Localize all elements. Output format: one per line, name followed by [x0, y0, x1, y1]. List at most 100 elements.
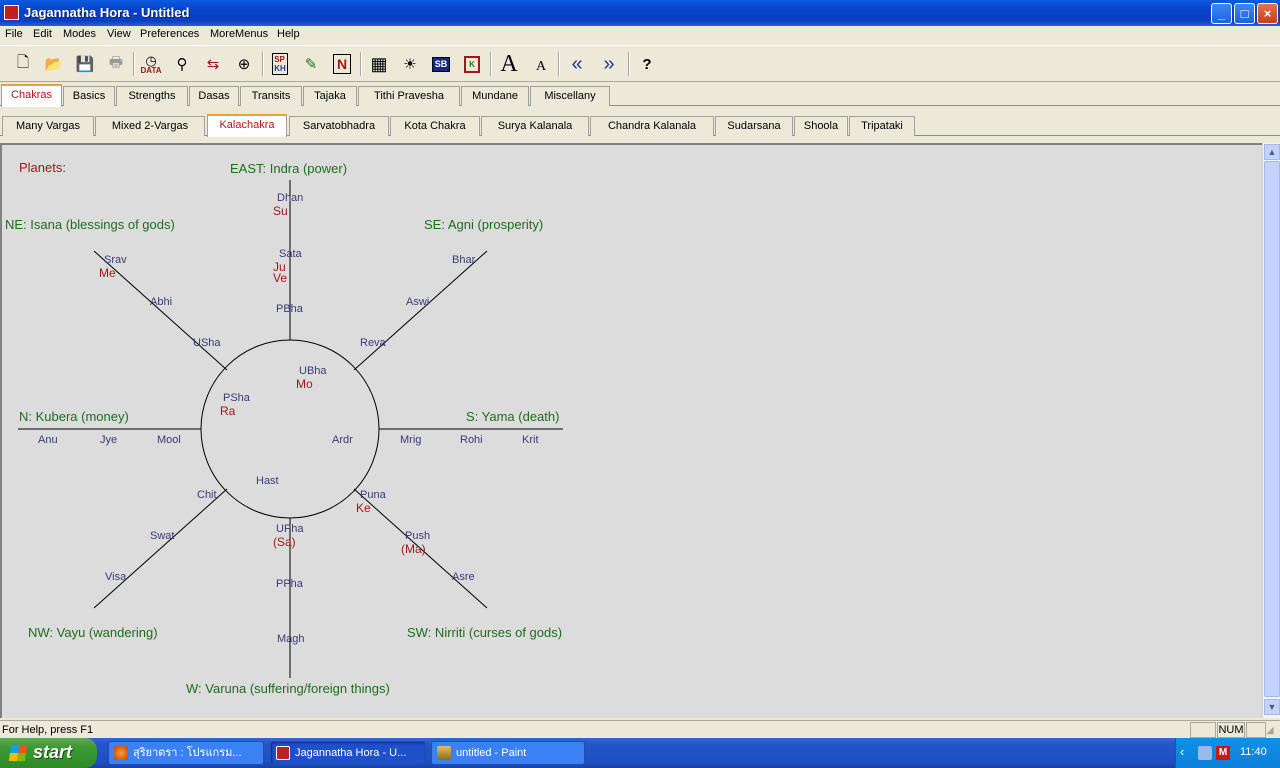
nakshatra-hast: Hast [256, 475, 279, 487]
status-pane-blank [1246, 722, 1266, 738]
tray-expand-icon[interactable]: ‹ [1180, 744, 1184, 759]
network-icon[interactable] [1198, 746, 1212, 760]
font-small-label: A [535, 59, 547, 74]
tab-sarvatobhadra[interactable]: Sarvatobhadra [289, 116, 389, 136]
open-folder-icon[interactable]: 📂 [41, 51, 67, 77]
start-button[interactable]: start [0, 738, 97, 768]
start-label: start [33, 742, 73, 762]
sp-kh-icon[interactable]: SP KH [267, 51, 293, 77]
resize-grip-icon[interactable]: ◢ [1266, 725, 1274, 736]
nakshatra-mrig: Mrig [400, 434, 421, 446]
tab-chakras[interactable]: Chakras [1, 84, 62, 107]
tab-sudarsana[interactable]: Sudarsana [715, 116, 793, 136]
menu-preferences[interactable]: Preferences [140, 28, 199, 40]
help-pointer-icon[interactable]: ? [634, 51, 660, 77]
menu-file[interactable]: File [5, 28, 23, 40]
tab-dasas[interactable]: Dasas [189, 86, 239, 106]
k-label: K [464, 55, 480, 73]
tab-tithi-pravesha[interactable]: Tithi Pravesha [358, 86, 460, 106]
direction-nw: NW: Vayu (wandering) [28, 625, 158, 640]
n-icon[interactable]: N [329, 51, 355, 77]
scroll-up-icon[interactable]: ▲ [1264, 144, 1280, 160]
tab-mundane[interactable]: Mundane [461, 86, 529, 106]
se-spoke [353, 250, 488, 371]
sun-icon[interactable]: ☀ [397, 51, 423, 77]
close-button[interactable]: × [1257, 3, 1278, 24]
back-double-chevron-icon[interactable]: « [564, 51, 590, 77]
toolbar-separator [628, 52, 630, 76]
antivirus-icon[interactable]: M [1216, 746, 1230, 760]
nakshatra-ubha: UBha [299, 365, 327, 377]
tab-kalachakra[interactable]: Kalachakra [207, 114, 287, 137]
wheel-icon[interactable]: ⊕ [231, 51, 257, 77]
font-smaller-icon[interactable]: A [528, 51, 554, 77]
nakshatra-dhan: Dhan [277, 192, 303, 204]
data-clock-icon[interactable]: ◷ DATA [138, 51, 164, 77]
nakshatra-swat: Swat [150, 530, 174, 542]
nakshatra-push: Push [405, 530, 430, 542]
nakshatra-ppha: PPha [276, 578, 304, 590]
k-square-icon[interactable]: K [459, 51, 485, 77]
nakshatra-srav: Srav [104, 254, 127, 266]
scroll-thumb[interactable] [1264, 161, 1280, 697]
planet-su: Su [273, 204, 288, 218]
hand-pointer-icon[interactable]: ✎ [298, 51, 324, 77]
nw-spoke [93, 488, 228, 609]
window-title: Jagannatha Hora - Untitled [24, 5, 190, 20]
tab-transits[interactable]: Transits [240, 86, 302, 106]
taskbar-item-paint[interactable]: untitled - Paint [431, 741, 585, 765]
menu-view[interactable]: View [107, 28, 131, 40]
new-file-icon[interactable]: 🗋 [10, 51, 36, 77]
sp-label: SP [274, 55, 285, 64]
tab-shoola[interactable]: Shoola [794, 116, 848, 136]
tab-mixed-2-vargas[interactable]: Mixed 2-Vargas [95, 116, 205, 136]
nakshatra-visa: Visa [105, 571, 127, 583]
tab-surya-kalanala[interactable]: Surya Kalanala [481, 116, 589, 136]
tab-chandra-kalanala[interactable]: Chandra Kalanala [590, 116, 714, 136]
help-label: ? [642, 55, 652, 73]
toolbar-separator [360, 52, 362, 76]
font-larger-icon[interactable]: A [496, 51, 522, 77]
tab-strengths[interactable]: Strengths [116, 86, 188, 106]
paint-icon [437, 746, 451, 760]
print-icon[interactable]: 🖶 [103, 51, 129, 77]
direction-sw: SW: Nirriti (curses of gods) [407, 625, 562, 640]
nakshatra-chit: Chit [197, 489, 217, 501]
tab-kota-chakra[interactable]: Kota Chakra [390, 116, 480, 136]
tab-basics[interactable]: Basics [63, 86, 115, 106]
nakshatra-pbha: PBha [276, 303, 304, 315]
menu-edit[interactable]: Edit [33, 28, 52, 40]
maximize-button[interactable]: □ [1234, 3, 1255, 24]
vertical-scrollbar[interactable]: ▲ ▼ [1262, 143, 1280, 718]
nakshatra-upha: UPha [276, 523, 304, 535]
menu-modes[interactable]: Modes [63, 28, 96, 40]
menu-moremenus[interactable]: MoreMenus [210, 28, 268, 40]
transfer-arrows-icon[interactable]: ⇆ [200, 51, 226, 77]
sb-label: SB [431, 56, 451, 72]
nakshatra-mool: Mool [157, 434, 181, 446]
scroll-down-icon[interactable]: ▼ [1264, 699, 1280, 715]
save-icon[interactable]: 💾 [72, 51, 98, 77]
minimize-button[interactable]: _ [1211, 3, 1232, 24]
toolbar-separator [490, 52, 492, 76]
forward-double-chevron-icon[interactable]: » [596, 51, 622, 77]
person-search-icon[interactable]: ⚲ [169, 51, 195, 77]
menu-help[interactable]: Help [277, 28, 300, 40]
taskbar-item-jagannatha-hora[interactable]: Jagannatha Hora - U... [270, 741, 426, 765]
nakshatra-usha: USha [193, 337, 221, 349]
tab-many-vargas[interactable]: Many Vargas [2, 116, 94, 136]
app-icon[interactable] [4, 5, 19, 20]
windows-flag-icon [8, 745, 28, 761]
jagannatha-hora-icon [276, 746, 290, 760]
tab-tajaka[interactable]: Tajaka [303, 86, 357, 106]
toolbar-separator [558, 52, 560, 76]
menu-bar: File Edit Modes View Preferences MoreMen… [0, 26, 1280, 44]
planet-mo: Mo [296, 377, 313, 391]
sb-icon[interactable]: SB [428, 51, 454, 77]
direction-se: SE: Agni (prosperity) [424, 217, 543, 232]
tab-tripataki[interactable]: Tripataki [849, 116, 915, 136]
tab-miscellany[interactable]: Miscellany [530, 86, 610, 106]
taskbar-item-browser[interactable]: สุริยาตรา : โปรแกรม... [108, 741, 264, 765]
grid-chart-icon[interactable]: ▦ [366, 51, 392, 77]
status-pane-blank [1190, 722, 1216, 738]
